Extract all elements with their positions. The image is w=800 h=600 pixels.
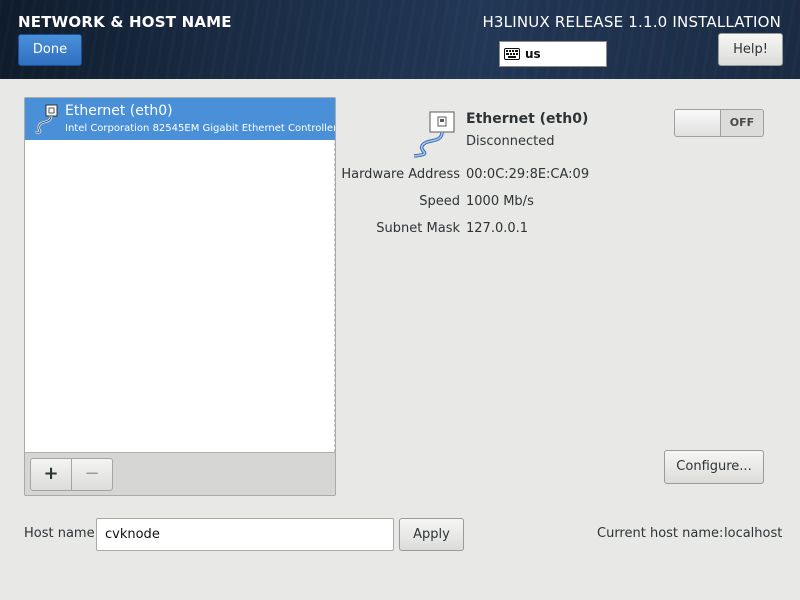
configure-button[interactable]: Configure... xyxy=(664,450,764,484)
spoke-title: NETWORK & HOST NAME xyxy=(18,13,232,31)
wired-network-icon xyxy=(413,111,455,158)
hardware-address-label: Hardware Address xyxy=(341,167,460,182)
keyboard-layout-label: us xyxy=(525,47,541,61)
device-list-panel: Ethernet (eth0) Intel Corporation 82545E… xyxy=(24,97,336,496)
device-description: Intel Corporation 82545EM Gigabit Ethern… xyxy=(65,123,335,134)
help-button[interactable]: Help! xyxy=(718,33,783,66)
device-list: Ethernet (eth0) Intel Corporation 82545E… xyxy=(25,98,335,452)
speed-value: 1000 Mb/s xyxy=(466,194,534,209)
toggle-label: OFF xyxy=(729,116,755,129)
keyboard-layout-indicator[interactable]: us xyxy=(499,41,607,67)
toggle-knob[interactable] xyxy=(675,110,721,136)
apply-button[interactable]: Apply xyxy=(399,518,464,551)
done-button[interactable]: Done xyxy=(18,34,82,66)
device-detail-name: Ethernet (eth0) xyxy=(466,111,589,127)
device-name: Ethernet (eth0) xyxy=(65,103,173,119)
subnet-mask-value: 127.0.0.1 xyxy=(466,221,529,236)
subnet-mask-label: Subnet Mask xyxy=(376,221,460,236)
speed-label: Speed xyxy=(419,194,460,209)
wired-network-icon xyxy=(34,104,58,134)
header-background xyxy=(0,0,800,79)
current-host-name-label: Current host name: xyxy=(597,526,724,541)
device-status: Disconnected xyxy=(466,134,555,149)
device-enable-toggle[interactable]: OFF xyxy=(674,109,764,137)
remove-device-button[interactable]: − xyxy=(71,458,113,491)
device-list-toolbar: + − xyxy=(25,452,335,495)
host-name-label: Host name: xyxy=(24,526,99,541)
product-title: H3LINUX RELEASE 1.1.0 INSTALLATION xyxy=(482,13,781,31)
keyboard-icon xyxy=(504,48,520,60)
header-bar: NETWORK & HOST NAME Done H3LINUX RELEASE… xyxy=(0,0,800,79)
add-device-button[interactable]: + xyxy=(30,458,72,491)
host-name-input[interactable] xyxy=(96,518,394,551)
hardware-address-value: 00:0C:29:8E:CA:09 xyxy=(466,167,590,182)
device-list-item-eth0[interactable]: Ethernet (eth0) Intel Corporation 82545E… xyxy=(25,98,335,140)
current-host-name-value: localhost xyxy=(724,526,783,541)
